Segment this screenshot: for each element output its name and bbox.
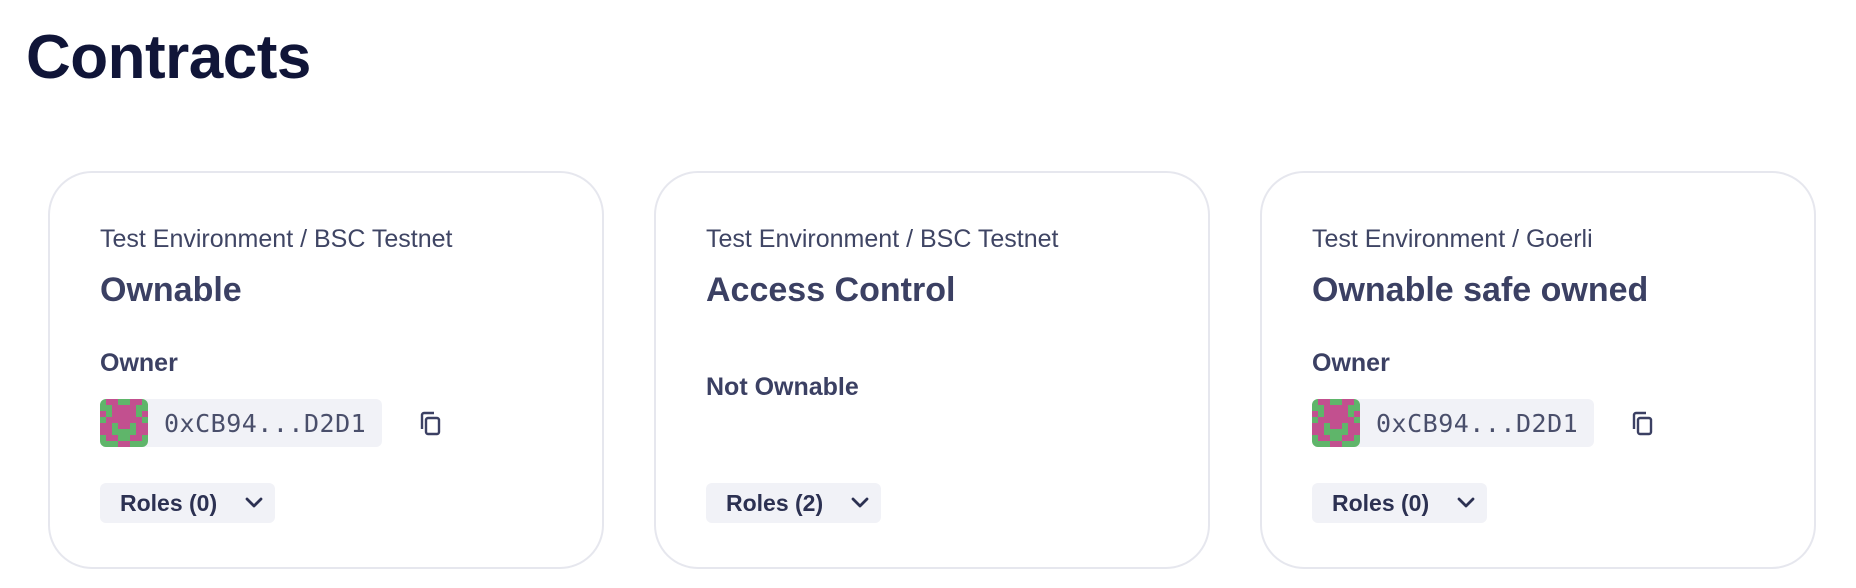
contract-breadcrumb: Test Environment / Goerli bbox=[1312, 225, 1593, 253]
contract-name: Access Control bbox=[706, 271, 956, 309]
owner-label: Owner bbox=[100, 349, 178, 377]
contract-breadcrumb: Test Environment / BSC Testnet bbox=[706, 225, 1059, 253]
owner-address-pill: 0xCB94...D2D1 bbox=[100, 399, 383, 447]
chevron-down-icon bbox=[245, 497, 263, 509]
contract-name: Ownable bbox=[100, 271, 242, 309]
contract-cards: Test Environment / BSC Testnet Ownable O… bbox=[48, 171, 1816, 569]
contract-breadcrumb: Test Environment / BSC Testnet bbox=[100, 225, 453, 253]
contract-name: Ownable safe owned bbox=[1312, 271, 1649, 309]
copy-address-button[interactable] bbox=[415, 408, 447, 440]
ownership-status: Not Ownable bbox=[706, 373, 859, 401]
roles-label: Roles (0) bbox=[120, 489, 218, 516]
chevron-down-icon bbox=[851, 497, 869, 509]
page-title: Contracts bbox=[26, 23, 311, 92]
copy-icon bbox=[1632, 411, 1653, 436]
identicon-avatar bbox=[1312, 399, 1360, 447]
owner-address: 0xCB94...D2D1 bbox=[1376, 408, 1579, 438]
owner-label: Owner bbox=[1312, 349, 1390, 377]
roles-label: Roles (2) bbox=[726, 489, 824, 516]
owner-address: 0xCB94...D2D1 bbox=[164, 408, 367, 438]
copy-address-button[interactable] bbox=[1627, 408, 1659, 440]
identicon-avatar bbox=[100, 399, 148, 447]
roles-dropdown-button[interactable]: Roles (0) bbox=[1312, 483, 1488, 523]
copy-icon bbox=[420, 411, 441, 436]
roles-dropdown-button[interactable]: Roles (0) bbox=[100, 483, 276, 523]
roles-dropdown-button[interactable]: Roles (2) bbox=[706, 483, 882, 523]
contract-card[interactable]: Test Environment / BSC Testnet Access Co… bbox=[654, 171, 1210, 569]
contract-card[interactable]: Test Environment / BSC Testnet Ownable O… bbox=[48, 171, 604, 569]
chevron-down-icon bbox=[1457, 497, 1475, 509]
roles-label: Roles (0) bbox=[1332, 489, 1430, 516]
owner-address-pill: 0xCB94...D2D1 bbox=[1312, 399, 1595, 447]
contract-card[interactable]: Test Environment / Goerli Ownable safe o… bbox=[1260, 171, 1816, 569]
